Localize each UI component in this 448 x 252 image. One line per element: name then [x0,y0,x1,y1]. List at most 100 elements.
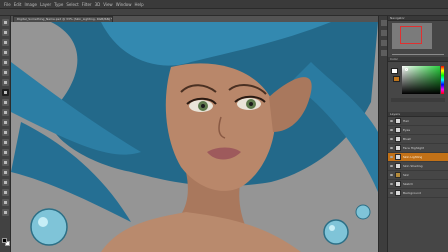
visibility-eye-icon[interactable] [390,183,393,185]
layer-row[interactable]: Blush [388,135,448,144]
layer-thumbnail [395,127,401,133]
shape-tool-icon [4,191,7,194]
menu-help[interactable]: Help [134,2,143,7]
layer-name: Skin Lighting [403,155,423,159]
healing-brush-tool-button[interactable] [2,79,9,86]
menu-layer[interactable]: Layer [40,2,51,7]
healing-brush-tool-icon [4,81,7,84]
menu-filter[interactable]: Filter [82,2,92,7]
layer-row[interactable]: Sketch [388,180,448,189]
menu-bar: File Edit Image Layer Type Select Filter 3D View… [0,0,448,9]
menu-image[interactable]: Image [24,2,37,7]
layer-name: Skin [403,173,410,177]
visibility-eye-icon[interactable] [390,192,393,194]
lasso-tool-icon [4,41,7,44]
foreground-color-swatch[interactable] [2,238,7,243]
paragraph-icon[interactable] [381,50,387,56]
path-select-tool-button[interactable] [2,179,9,186]
move-tool-icon [4,21,7,24]
visibility-eye-icon[interactable] [390,147,393,149]
visibility-eye-icon[interactable] [390,174,393,176]
menu-window[interactable]: Window [116,2,132,7]
history-brush-tool-button[interactable] [2,109,9,116]
type-tool-button[interactable] [2,169,9,176]
document-tab-title: Digital_Something_Name.psd @ 33% (Skin_L… [17,17,113,21]
layer-thumbnail [395,136,401,142]
pen-tool-icon [4,161,7,164]
document-canvas[interactable] [11,22,378,252]
collapsed-panels-strip [378,16,388,252]
crop-tool-button[interactable] [2,59,9,66]
lasso-tool-button[interactable] [2,39,9,46]
layer-thumbnail [395,172,401,178]
pen-tool-button[interactable] [2,159,9,166]
color-picker-ring[interactable] [405,68,408,71]
bubble-right [323,219,349,245]
zoom-tool-button[interactable] [2,209,9,216]
move-tool-button[interactable] [2,19,9,26]
menu-file[interactable]: File [4,2,11,7]
menu-type[interactable]: Type [54,2,63,7]
visibility-eye-icon[interactable] [390,156,393,158]
visibility-eye-icon[interactable] [390,138,393,140]
layer-row[interactable]: Skin Shading [388,162,448,171]
brush-settings-icon[interactable] [381,30,387,36]
layer-name: Sketch [403,182,414,186]
blur-tool-icon [4,141,7,144]
dodge-tool-button[interactable] [2,149,9,156]
brush-tool-button[interactable] [2,89,9,96]
menu-select[interactable]: Select [66,2,78,7]
panel-background-chip[interactable] [393,76,400,82]
navigator-preview[interactable] [392,23,432,49]
visibility-eye-icon[interactable] [390,120,393,122]
layer-thumbnail [395,154,401,160]
options-bar [0,9,448,16]
zoom-slider[interactable] [392,53,444,55]
menu-3d[interactable]: 3D [95,2,101,7]
zoom-tool-icon [4,211,7,214]
eraser-tool-button[interactable] [2,119,9,126]
layer-thumbnail [395,163,401,169]
tools-panel [0,16,11,252]
layer-row[interactable]: Background [388,189,448,198]
brush-tool-icon [4,91,7,94]
history-brush-tool-icon [4,111,7,114]
gradient-tool-icon [4,131,7,134]
gradient-tool-button[interactable] [2,129,9,136]
visibility-eye-icon[interactable] [390,165,393,167]
quick-select-tool-button[interactable] [2,49,9,56]
right-panels: Navigator Color Layers Hair Eyes Blush Face… [388,16,448,252]
clone-stamp-tool-button[interactable] [2,99,9,106]
layer-thumbnail [395,145,401,151]
blur-tool-button[interactable] [2,139,9,146]
layer-thumbnail [395,190,401,196]
navigator-view-box[interactable] [400,26,422,44]
marquee-tool-button[interactable] [2,29,9,36]
hue-slider[interactable] [441,66,444,94]
layer-row[interactable]: Skin Lighting [388,153,448,162]
color-panel [388,62,448,112]
layer-row[interactable]: Skin [388,171,448,180]
shape-tool-button[interactable] [2,189,9,196]
marquee-tool-icon [4,31,7,34]
layer-row[interactable]: Eyes [388,126,448,135]
history-icon[interactable] [381,20,387,26]
artwork [11,22,378,252]
eyedropper-tool-button[interactable] [2,69,9,76]
path-select-tool-icon [4,181,7,184]
layer-row[interactable]: Face Highlight [388,144,448,153]
menu-edit[interactable]: Edit [14,2,22,7]
swatch-row[interactable] [391,98,445,102]
visibility-eye-icon[interactable] [390,129,393,131]
bubble-left [30,208,68,246]
layer-row[interactable]: Hair [388,117,448,126]
menu-view[interactable]: View [103,2,113,7]
bubble-small [355,204,371,220]
panel-foreground-chip[interactable] [391,68,398,74]
character-icon[interactable] [381,40,387,46]
dodge-tool-icon [4,151,7,154]
navigator-panel-title[interactable]: Navigator [388,16,448,21]
eraser-tool-icon [4,121,7,124]
hand-tool-button[interactable] [2,199,9,206]
layer-thumbnail [395,181,401,187]
